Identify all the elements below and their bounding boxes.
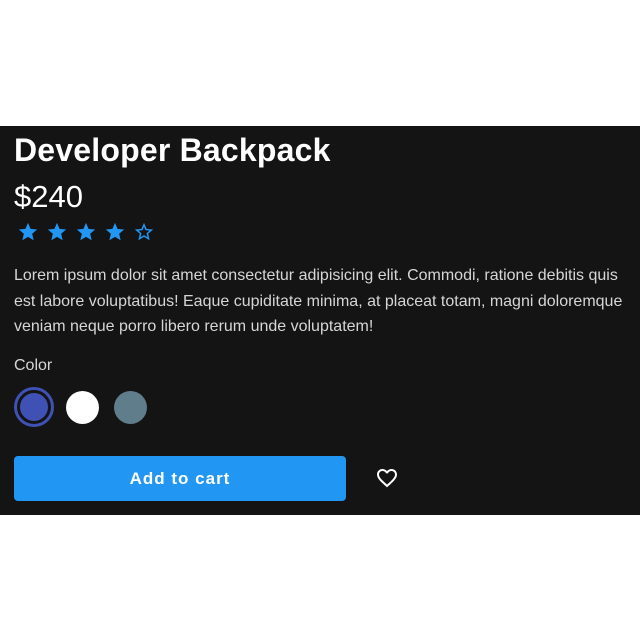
- color-label: Color: [14, 357, 53, 374]
- star-filled-icon[interactable]: [17, 221, 39, 243]
- color-swatch-fill: [113, 390, 147, 424]
- rating-stars[interactable]: [17, 221, 155, 243]
- heart-outline-icon: [377, 469, 397, 488]
- star-filled-icon[interactable]: [75, 221, 97, 243]
- star-filled-icon[interactable]: [46, 221, 68, 243]
- product-card: Developer Backpack $240 Lorem ipsum dolo…: [0, 126, 640, 515]
- favorite-button[interactable]: [369, 460, 405, 496]
- product-price: $240: [14, 179, 83, 214]
- product-description: Lorem ipsum dolor sit amet consectetur a…: [14, 267, 623, 335]
- color-swatches: [14, 387, 150, 427]
- star-filled-icon[interactable]: [104, 221, 126, 243]
- color-swatch-fill: [65, 390, 99, 424]
- star-outline-icon[interactable]: [133, 221, 155, 243]
- product-title: Developer Backpack: [14, 132, 331, 168]
- add-to-cart-button[interactable]: Add to cart: [14, 456, 346, 501]
- color-swatch-white[interactable]: [62, 387, 102, 427]
- color-swatch-slate[interactable]: [110, 387, 150, 427]
- color-swatch-fill: [18, 391, 50, 423]
- color-swatch-indigo[interactable]: [14, 387, 54, 427]
